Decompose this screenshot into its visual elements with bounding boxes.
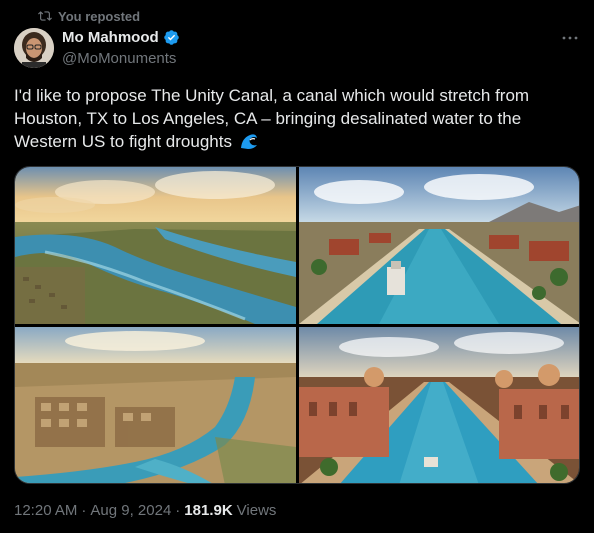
user-handle[interactable]: @MoMonuments bbox=[62, 50, 176, 67]
canal-city-aerial-image[interactable] bbox=[15, 327, 296, 483]
wave-icon bbox=[240, 134, 257, 149]
verified-badge-icon bbox=[163, 30, 179, 45]
avatar[interactable] bbox=[14, 28, 54, 68]
canal-city-boats-image[interactable] bbox=[299, 167, 579, 324]
repost-indicator[interactable]: You reposted bbox=[38, 7, 140, 25]
tweet-meta: 12:20 AM · Aug 9, 2024 · 181.9K Views bbox=[14, 502, 276, 519]
repost-label: You reposted bbox=[58, 8, 141, 24]
repost-icon bbox=[38, 11, 52, 21]
media-grid[interactable] bbox=[14, 166, 580, 484]
views-label: Views bbox=[236, 502, 277, 519]
more-options-icon[interactable] bbox=[560, 30, 580, 46]
tweet-text: I'd like to propose The Unity Canal, a c… bbox=[14, 84, 580, 153]
meta-separator: · bbox=[175, 502, 181, 519]
display-name[interactable]: Mo Mahmood bbox=[62, 29, 159, 46]
canal-palaces-image[interactable] bbox=[299, 327, 579, 483]
canal-aerial-sunset-image[interactable] bbox=[15, 167, 296, 324]
views-count[interactable]: 181.9K bbox=[184, 502, 232, 519]
tweet-date[interactable]: Aug 9, 2024 bbox=[90, 502, 171, 519]
meta-separator: · bbox=[81, 502, 87, 519]
tweet-body: I'd like to propose The Unity Canal, a c… bbox=[14, 86, 530, 151]
tweet-time[interactable]: 12:20 AM bbox=[14, 502, 77, 519]
